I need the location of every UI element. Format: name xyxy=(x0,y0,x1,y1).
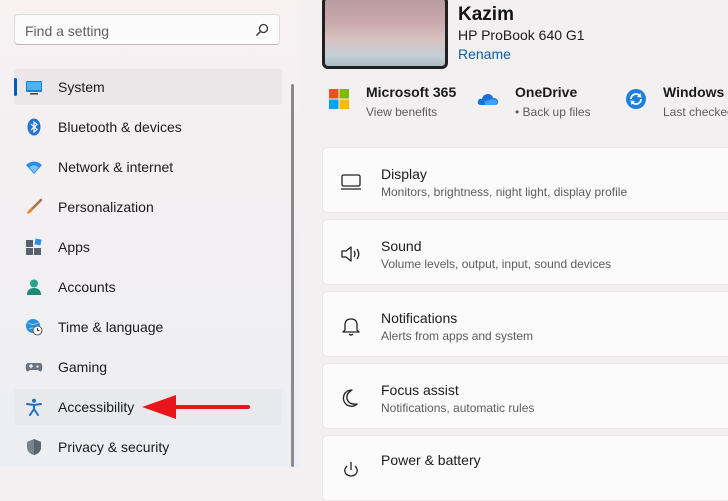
search-icon[interactable] xyxy=(255,23,269,37)
settings-card-power-battery[interactable]: Power & battery xyxy=(322,435,728,501)
card-subtitle: Monitors, brightness, night light, displ… xyxy=(381,185,628,199)
sidebar-item-privacy-security[interactable]: Privacy & security xyxy=(14,429,282,465)
card-title: Notifications xyxy=(381,310,458,326)
sidebar-item-label: Personalization xyxy=(58,199,154,215)
tile-subtitle: View benefits xyxy=(366,105,438,119)
sidebar-item-bluetooth-devices[interactable]: Bluetooth & devices xyxy=(14,109,282,145)
card-title: Power & battery xyxy=(381,452,481,468)
bluetooth-icon xyxy=(27,118,41,136)
apps-icon xyxy=(26,238,42,255)
settings-card-sound[interactable]: Sound Volume levels, output, input, soun… xyxy=(322,219,728,285)
wifi-icon xyxy=(26,161,42,174)
sidebar-item-time-language[interactable]: Time & language xyxy=(14,309,282,345)
tile-windows-update[interactable]: Windows Update Last checked xyxy=(625,82,728,126)
sidebar-item-label: Gaming xyxy=(58,359,108,375)
tile-title: OneDrive xyxy=(515,84,578,100)
sidebar-item-system[interactable]: System xyxy=(14,69,282,105)
card-subtitle: Alerts from apps and system xyxy=(381,329,534,343)
globe-clock-icon xyxy=(26,319,43,336)
card-title: Display xyxy=(381,166,427,182)
tile-subtitle: Last checked xyxy=(663,105,728,119)
bell-icon xyxy=(342,318,360,336)
card-subtitle: Volume levels, output, input, sound devi… xyxy=(381,257,612,271)
sidebar-item-label: Accessibility xyxy=(58,399,135,415)
device-model: HP ProBook 640 G1 xyxy=(458,27,585,43)
settings-card-notifications[interactable]: Notifications Alerts from apps and syste… xyxy=(322,291,728,357)
sidebar-item-label: Network & internet xyxy=(58,159,174,175)
gamepad-icon xyxy=(25,363,43,372)
annotation-arrow xyxy=(142,395,250,419)
desktop-wallpaper-thumbnail[interactable] xyxy=(322,0,448,69)
tile-onedrive[interactable]: OneDrive • Back up files xyxy=(477,82,617,126)
device-name: Kazim xyxy=(458,4,514,25)
card-subtitle: Notifications, automatic rules xyxy=(381,401,535,415)
microsoft-logo-icon xyxy=(329,89,349,109)
tile-title: Windows Update xyxy=(663,84,728,100)
sidebar-item-gaming[interactable]: Gaming xyxy=(14,349,282,385)
sidebar-item-label: Time & language xyxy=(58,319,164,335)
tile-microsoft-365[interactable]: Microsoft 365 View benefits xyxy=(328,82,468,126)
content-pane: Kazim HP ProBook 640 G1 Rename Microsoft… xyxy=(300,0,728,501)
tile-title: Microsoft 365 xyxy=(366,84,457,100)
search-input[interactable]: Find a setting xyxy=(14,14,280,45)
sidebar-item-label: Bluetooth & devices xyxy=(58,119,182,135)
tile-subtitle: • Back up files xyxy=(515,105,591,119)
speaker-icon xyxy=(341,246,360,262)
search-placeholder: Find a setting xyxy=(25,23,110,39)
rename-link[interactable]: Rename xyxy=(458,46,511,62)
sidebar-item-label: Accounts xyxy=(58,279,116,295)
accessibility-icon xyxy=(26,398,42,416)
settings-card-display[interactable]: Display Monitors, brightness, night ligh… xyxy=(322,147,728,213)
sidebar-item-apps[interactable]: Apps xyxy=(14,229,282,265)
brush-icon xyxy=(27,198,43,214)
selection-indicator xyxy=(14,78,17,96)
power-icon xyxy=(344,462,358,477)
sidebar-item-label: Apps xyxy=(58,239,90,255)
settings-card-focus-assist[interactable]: Focus assist Notifications, automatic ru… xyxy=(322,363,728,429)
card-title: Focus assist xyxy=(381,382,459,398)
sidebar-item-accounts[interactable]: Accounts xyxy=(14,269,282,305)
monitor-icon xyxy=(341,174,361,190)
sidebar-item-label: System xyxy=(58,79,105,95)
sidebar-item-network-internet[interactable]: Network & internet xyxy=(14,149,282,185)
sidebar-scrollbar[interactable] xyxy=(291,84,294,467)
moon-icon xyxy=(342,389,358,407)
card-title: Sound xyxy=(381,238,422,254)
system-display-icon xyxy=(26,81,42,95)
sidebar-item-personalization[interactable]: Personalization xyxy=(14,189,282,225)
sidebar-item-label: Privacy & security xyxy=(58,439,170,455)
onedrive-cloud-icon xyxy=(477,94,498,105)
windows-update-icon xyxy=(626,89,646,109)
person-icon xyxy=(27,279,41,295)
shield-icon xyxy=(27,439,41,455)
